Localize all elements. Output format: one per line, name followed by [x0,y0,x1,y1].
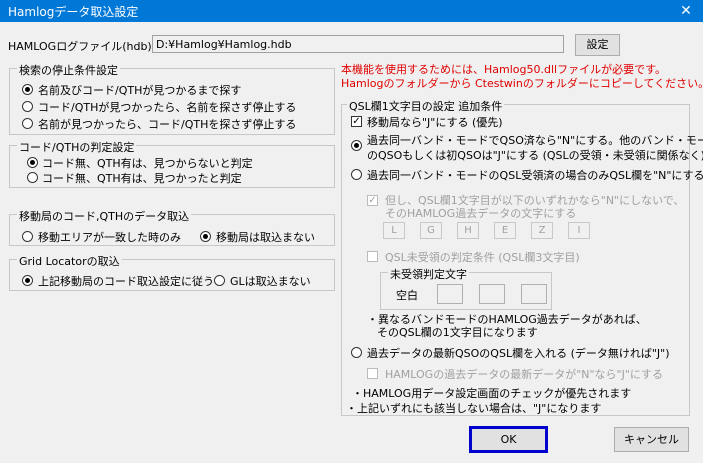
qsl-option-1-radio[interactable] [351,140,362,151]
letter-box-5[interactable]: Z [531,222,553,239]
ok-button[interactable]: OK [469,426,548,453]
letter-box-6[interactable]: I [568,222,590,239]
mobile-option-1: 移動エリアが一致した時のみ [38,231,181,244]
code-qth-judge-option-1: コード無、QTH有は、見つからないと判定 [42,157,253,170]
grid-radio-2[interactable] [214,275,225,286]
qsl-option-3-radio[interactable] [351,347,362,358]
search-stop-option-2: コード/QTHが見つかったら、名前を探さず停止する [38,101,297,114]
qsl-group-title: QSL欄1文字目の設定 追加条件 [347,98,505,114]
title-bar: Hamlogデータ取込設定 ✕ [0,0,703,22]
latest-n-label: HAMLOGの過去データの最新データが"N"なら"J"にする [385,368,664,381]
exception-line-2: そのHAMLOG過去データの文字にする [385,207,577,220]
grid-option-2: GLは取込まない [230,275,311,288]
cancel-button[interactable]: キャンセル [614,427,689,452]
mobile-radio-2[interactable] [200,231,211,242]
qsl-option-1-line-1: 過去同一バンド・モードでQSO済なら"N"にする。他のバンド・モード [367,134,703,147]
mobile-j-checkbox[interactable]: ✓ [351,116,362,127]
qsl-option-2-radio[interactable] [351,169,362,180]
code-qth-judge-option-2: コード無、QTH有は、見つかったと判定 [42,172,242,185]
footer-line-2: ・上記いずれにも該当しない場合は、"J"になります [346,402,602,415]
letter-box-1[interactable]: L [383,222,405,239]
unreceived-char-title: 未受領判定文字 [388,266,469,282]
qsl-option-3-label: 過去データの最新QSOのQSL欄を入れる (データ無ければ"J") [367,347,670,360]
search-stop-radio-1[interactable] [22,84,33,95]
close-icon[interactable]: ✕ [669,0,703,22]
mobile-radio-1[interactable] [22,231,33,242]
letter-box-3[interactable]: H [457,222,479,239]
unreceived-char-box-2[interactable] [479,284,505,304]
qsl-option-1-line-2: のQSOもしくは初QSOは"J"にする (QSLの受領・未受領に関係なく) [367,149,703,162]
letter-box-2[interactable]: G [420,222,442,239]
code-qth-judge-radio-2[interactable] [27,172,38,183]
mobile-station-title: 移動局のコード,QTHのデータ取込 [17,208,192,224]
unreceived-label: QSL未受領の判定条件 (QSL欄3文字目) [385,251,580,264]
exception-checkbox[interactable]: ✓ [367,195,378,206]
hdb-path-field[interactable]: D:¥Hamlog¥Hamlog.hdb [152,35,564,53]
search-stop-title: 検索の停止条件設定 [17,62,120,78]
search-stop-option-3: 名前が見つかったら、コード/QTHを探さず停止する [38,118,297,131]
settings-button[interactable]: 設定 [575,34,620,56]
blank-label: 空白 [396,289,418,302]
grid-option-1: 上記移動局のコード取込設定に従う [38,275,214,288]
code-qth-judge-title: コード/QTHの判定設定 [17,139,137,155]
window-title: Hamlogデータ取込設定 [8,5,139,19]
letter-box-4[interactable]: E [494,222,516,239]
footer-line-1: ・HAMLOG用データ設定画面のチェックが優先されます [352,387,632,400]
unreceived-char-box-1[interactable] [437,284,463,304]
mobile-option-2: 移動局は取込まない [216,231,315,244]
notice-line-2: Hamlogのフォルダーから Ctestwinのフォルダーにコピーしてください。 [341,77,703,90]
unreceived-char-box-3[interactable] [521,284,547,304]
grid-locator-title: Grid Locatorの取込 [17,253,122,269]
hdb-file-label: HAMLOGログファイル(hdb) [8,40,152,53]
search-stop-option-1: 名前及びコード/QTHが見つかるまで探す [38,84,242,97]
qsl-option-2-label: 過去同一バンド・モードのQSL受領済の場合のみQSL欄を"N"にする [367,169,703,182]
search-stop-radio-3[interactable] [22,118,33,129]
search-stop-radio-2[interactable] [22,101,33,112]
code-qth-judge-radio-1[interactable] [27,157,38,168]
latest-n-checkbox[interactable] [367,368,378,379]
unreceived-checkbox[interactable] [367,251,378,262]
note-line-2: そのQSL欄の1文字目になります [377,326,538,339]
grid-radio-1[interactable] [22,275,33,286]
mobile-j-label: 移動局なら"J"にする (優先) [367,116,503,129]
